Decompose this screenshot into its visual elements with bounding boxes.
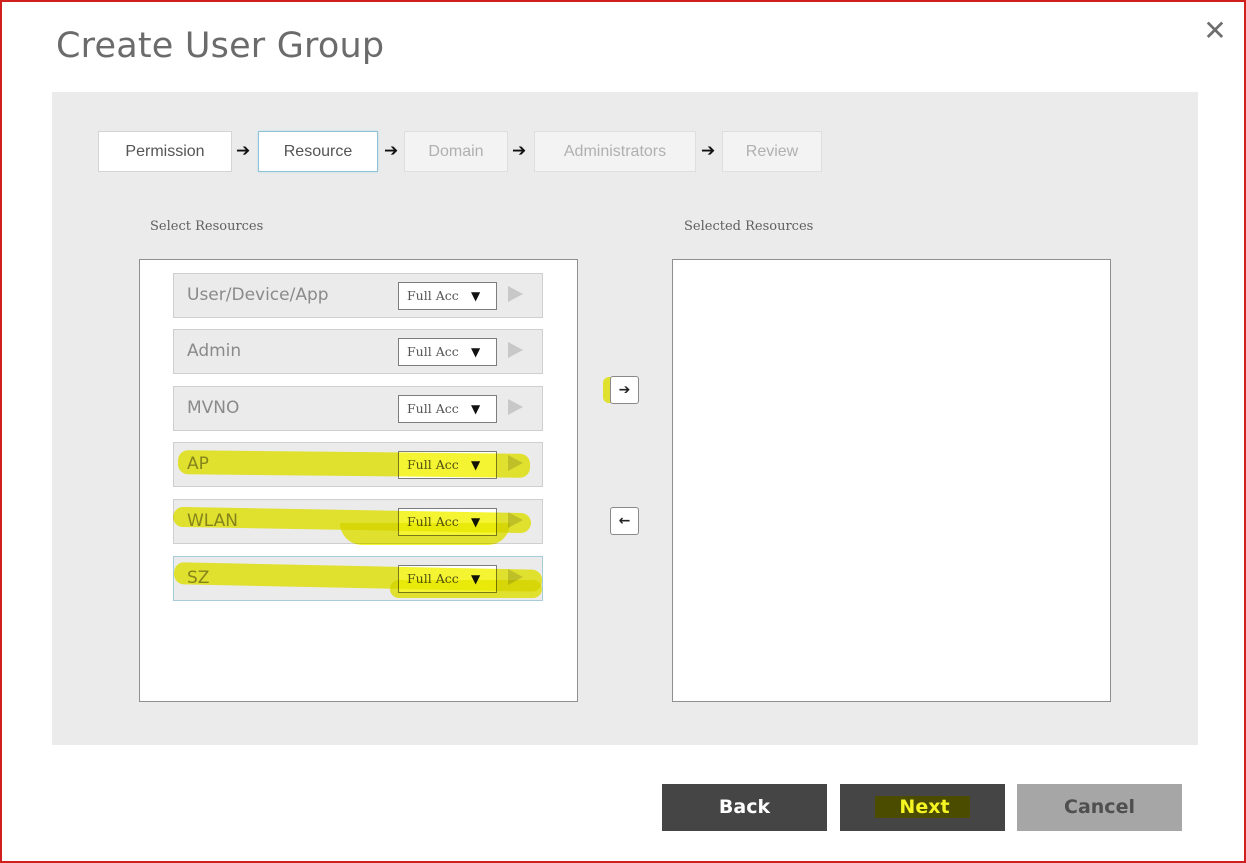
resource-name: MVNO xyxy=(187,398,240,418)
select-resources-label: Select Resources xyxy=(150,219,264,234)
resource-name: SZ xyxy=(187,568,210,588)
resource-name: AP xyxy=(187,454,209,474)
cancel-button[interactable]: Cancel xyxy=(1017,784,1182,831)
step-resource[interactable]: Resource xyxy=(258,131,378,172)
access-level-select[interactable]: Full Acc ▼ xyxy=(398,508,497,536)
resource-row-admin[interactable]: Admin Full Acc ▼ xyxy=(173,329,543,374)
wizard-panel: Permission ➔ Resource ➔ Domain ➔ Adminis… xyxy=(52,92,1198,745)
add-resource-button[interactable]: ➔ xyxy=(610,376,639,404)
access-level-select[interactable]: Full Acc ▼ xyxy=(398,282,497,310)
caret-down-icon: ▼ xyxy=(471,515,481,529)
resource-row-sz[interactable]: SZ Full Acc ▼ xyxy=(173,556,543,601)
access-level-select[interactable]: Full Acc ▼ xyxy=(398,395,497,423)
caret-down-icon: ▼ xyxy=(471,572,481,586)
access-level-select[interactable]: Full Acc ▼ xyxy=(398,338,497,366)
play-right-icon[interactable] xyxy=(508,512,523,528)
access-level-value: Full Acc xyxy=(407,344,459,359)
caret-down-icon: ▼ xyxy=(471,289,481,303)
arrow-left-icon: ← xyxy=(618,513,631,529)
back-button[interactable]: Back xyxy=(662,784,827,831)
arrow-right-icon: ➔ xyxy=(701,141,716,161)
step-permission[interactable]: Permission xyxy=(98,131,232,172)
play-right-icon[interactable] xyxy=(508,286,523,302)
arrow-right-icon: ➔ xyxy=(384,141,399,161)
dialog-title: Create User Group xyxy=(56,26,385,66)
access-level-value: Full Acc xyxy=(407,457,459,472)
play-right-icon[interactable] xyxy=(508,342,523,358)
access-level-value: Full Acc xyxy=(407,571,459,586)
resource-name: User/Device/App xyxy=(187,285,329,305)
step-administrators: Administrators xyxy=(534,131,696,172)
arrow-right-icon: ➔ xyxy=(236,141,251,161)
resource-row-mvno[interactable]: MVNO Full Acc ▼ xyxy=(173,386,543,431)
next-button[interactable]: Next xyxy=(840,784,1005,831)
step-review: Review xyxy=(722,131,822,172)
play-right-icon[interactable] xyxy=(508,399,523,415)
access-level-value: Full Acc xyxy=(407,288,459,303)
access-level-select[interactable]: Full Acc ▼ xyxy=(398,565,497,593)
next-button-label: Next xyxy=(875,796,970,818)
play-right-icon[interactable] xyxy=(508,455,523,471)
resource-row-user-device-app[interactable]: User/Device/App Full Acc ▼ xyxy=(173,273,543,318)
close-icon[interactable]: ✕ xyxy=(1200,16,1230,46)
caret-down-icon: ▼ xyxy=(471,458,481,472)
resource-row-wlan[interactable]: WLAN Full Acc ▼ xyxy=(173,499,543,544)
caret-down-icon: ▼ xyxy=(471,345,481,359)
select-resources-list[interactable]: User/Device/App Full Acc ▼ Admin Full Ac… xyxy=(139,259,578,702)
step-domain: Domain xyxy=(404,131,508,172)
selected-resources-list[interactable] xyxy=(672,259,1111,702)
selected-resources-label: Selected Resources xyxy=(684,219,814,234)
access-level-value: Full Acc xyxy=(407,514,459,529)
remove-resource-button[interactable]: ← xyxy=(610,507,639,535)
resource-name: WLAN xyxy=(187,511,239,531)
play-right-icon[interactable] xyxy=(508,569,523,585)
caret-down-icon: ▼ xyxy=(471,402,481,416)
arrow-right-icon: ➔ xyxy=(512,141,527,161)
access-level-value: Full Acc xyxy=(407,401,459,416)
resource-name: Admin xyxy=(187,341,242,361)
resource-row-ap[interactable]: AP Full Acc ▼ xyxy=(173,442,543,487)
access-level-select[interactable]: Full Acc ▼ xyxy=(398,451,497,479)
